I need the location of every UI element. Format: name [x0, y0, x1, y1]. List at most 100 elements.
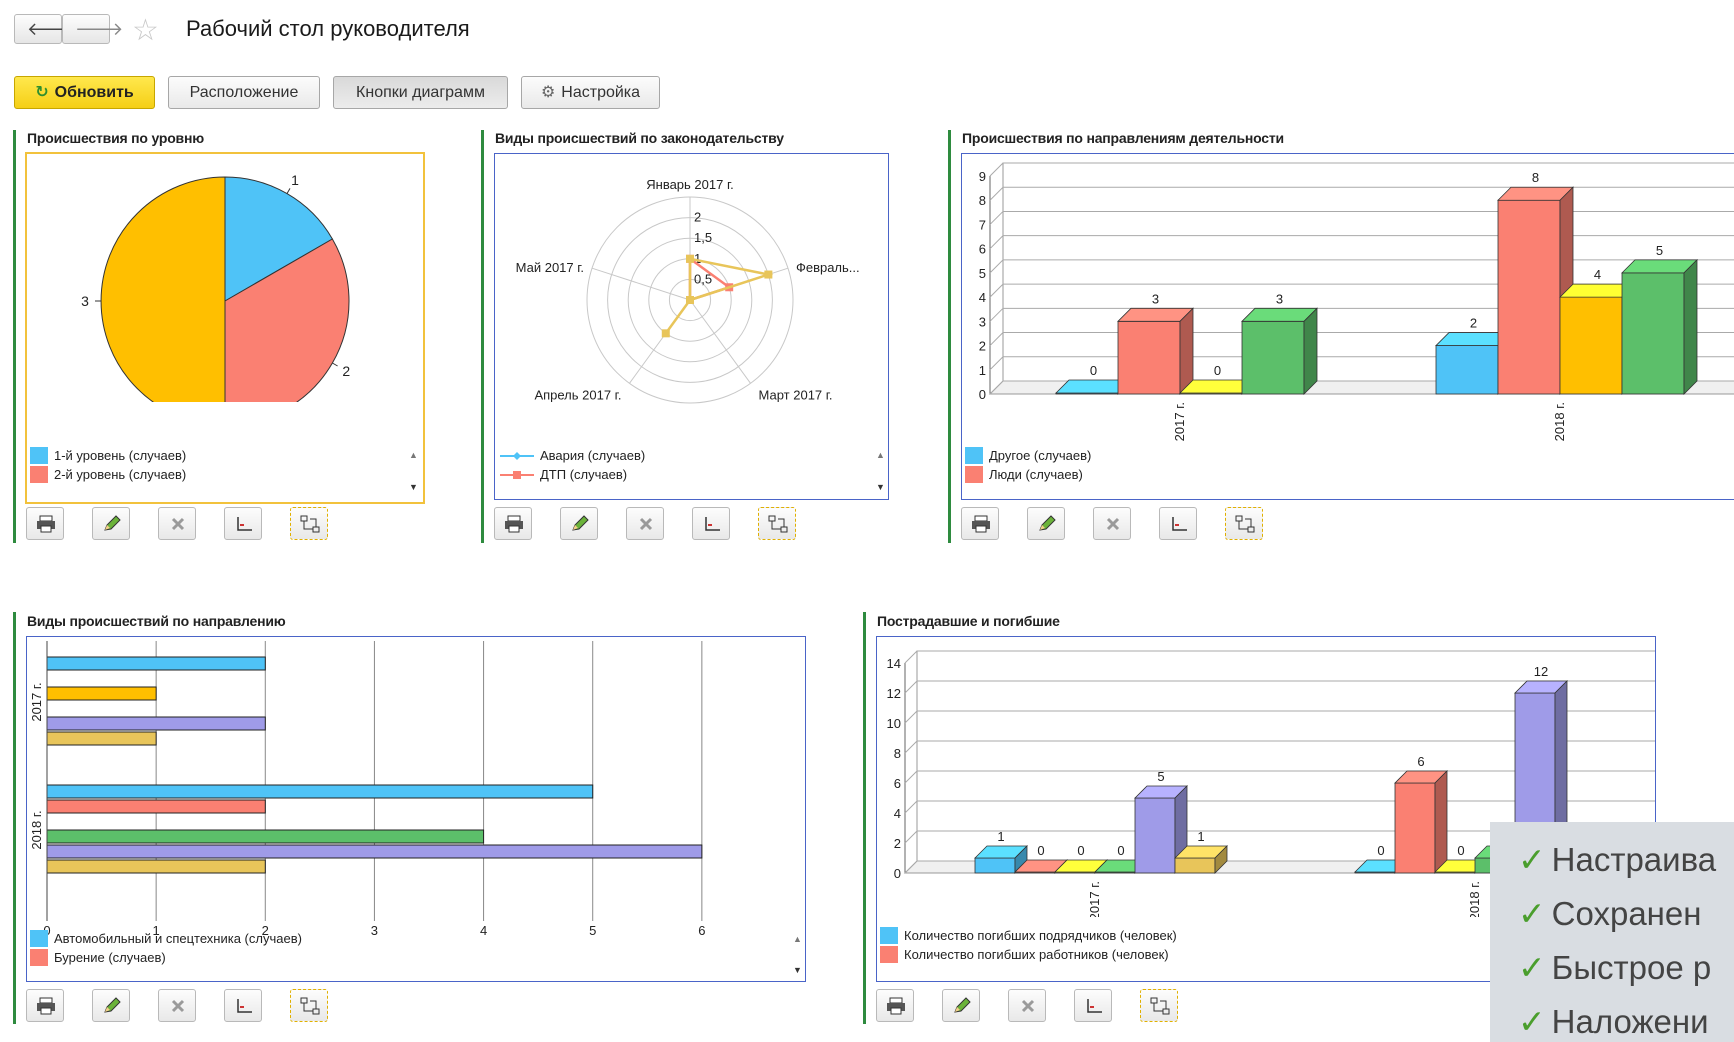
pie-chart: 1 2 3 [81, 172, 350, 426]
legend-scroll-down-icon[interactable]: ▼ [876, 482, 886, 492]
back-button[interactable]: 🡐 [14, 14, 75, 44]
settings-button[interactable]: ⚙ Настройка [521, 76, 660, 109]
delete-button[interactable] [158, 507, 196, 540]
bar [1435, 345, 1499, 395]
legend-line-swatch [500, 451, 534, 460]
x-tick-label: 4 [480, 923, 487, 937]
hbar [46, 716, 266, 731]
bar-data-label: 0 [1214, 363, 1221, 378]
gridline [989, 186, 1734, 201]
refresh-icon: ↻ [35, 84, 49, 101]
hbar [46, 859, 266, 874]
bar-chart-activities: 0 1 2 3 4 5 6 7 8 9 2017 г. 0 3 0 3 2018 г. 2 8 4 5 [979, 162, 1734, 441]
bar-data-label: 1 [997, 829, 1004, 844]
radar-category-label: Апрель 2017 г. [534, 387, 621, 402]
legend-item: Количество погибших подрядчиков (человек… [880, 926, 1177, 945]
gear-icon: ⚙ [540, 84, 556, 101]
pencil-button[interactable] [92, 507, 130, 540]
chart-buttons-toggle[interactable]: Кнопки диаграмм [333, 76, 508, 109]
axes-button[interactable] [224, 989, 262, 1022]
swap-button[interactable] [290, 989, 328, 1022]
legend-scroll-up-icon[interactable]: ▲ [876, 450, 886, 460]
legend-scroll-up-icon[interactable]: ▲ [793, 934, 803, 944]
pencil-button[interactable] [92, 989, 130, 1022]
legend-label: Люди (случаев) [989, 467, 1083, 482]
swap-button[interactable] [1140, 989, 1178, 1022]
x-tick-label: 3 [371, 923, 378, 937]
y-tick-label: 5 [979, 266, 986, 281]
refresh-button[interactable]: ↻ Обновить [14, 76, 155, 109]
bar-data-label: 0 [1377, 843, 1384, 858]
delete-button[interactable] [1093, 507, 1131, 540]
panel-divider [13, 130, 16, 543]
star-icon[interactable]: ☆ [132, 13, 159, 48]
bar-data-label: 0 [1090, 363, 1097, 378]
printer-button[interactable] [26, 989, 64, 1022]
radar-category-label: Май 2017 г. [516, 260, 584, 275]
legend-scroll-down-icon[interactable]: ▼ [793, 965, 803, 975]
x-tick-label: 2017 г. [1172, 402, 1187, 441]
bar [1174, 857, 1216, 874]
y-tick-label: 6 [979, 242, 986, 257]
panel-title-levels: Происшествия по уровню [27, 130, 204, 146]
legend-item: Количество погибших работников (человек) [880, 945, 1177, 964]
y-tick-label: 6 [894, 776, 901, 791]
delete-button[interactable] [626, 507, 664, 540]
y-tick-label: 1 [979, 363, 986, 378]
printer-button[interactable] [961, 507, 999, 540]
callout-text: Настраива [1551, 841, 1717, 878]
legend-label: 2-й уровень (случаев) [54, 467, 187, 482]
hbar [46, 731, 157, 746]
legend-swatch [880, 946, 898, 963]
legend-swatch [30, 930, 48, 947]
y-tick-label: 2017 г. [29, 682, 44, 721]
printer-button[interactable] [26, 507, 64, 540]
callout-text: Наложени [1551, 1003, 1709, 1040]
bar-side-face [1434, 770, 1448, 874]
x-tick-label: 2017 г. [1087, 881, 1102, 917]
radar-point [764, 270, 773, 279]
check-icon: ✓ [1518, 949, 1546, 986]
legend-swatch [965, 447, 983, 464]
radar-tick-label: 2 [694, 210, 701, 225]
pencil-button[interactable] [1027, 507, 1065, 540]
bar [1117, 320, 1181, 395]
swap-button[interactable] [758, 507, 796, 540]
legend-levels: 1-й уровень (случаев) 2-й уровень (случа… [30, 446, 186, 484]
hbar [46, 829, 485, 844]
legend-scroll-down-icon[interactable]: ▼ [409, 482, 419, 492]
legend-item: 2-й уровень (случаев) [30, 465, 186, 484]
axes-button[interactable] [1074, 989, 1112, 1022]
gridline [989, 162, 1734, 177]
printer-button[interactable] [876, 989, 914, 1022]
check-icon: ✓ [1518, 895, 1546, 932]
pencil-button[interactable] [560, 507, 598, 540]
axes-button[interactable] [224, 507, 262, 540]
delete-button[interactable] [158, 989, 196, 1022]
axes-button[interactable] [692, 507, 730, 540]
callout-text: Быстрое р [1551, 949, 1712, 986]
bar-side-face [1683, 258, 1698, 395]
radar-series-line [664, 257, 774, 335]
delete-button[interactable] [1008, 989, 1046, 1022]
forward-button[interactable]: 🡒 [62, 14, 123, 44]
bar [1621, 272, 1685, 395]
gridline [989, 235, 1734, 250]
bar-side-face [1303, 307, 1318, 395]
legend-label: Другое (случаев) [989, 448, 1092, 463]
swap-button[interactable] [290, 507, 328, 540]
panel-divider [863, 612, 866, 1024]
printer-button[interactable] [494, 507, 532, 540]
hbar [46, 656, 266, 671]
arrow-right-icon: 🡒 [75, 19, 124, 39]
swap-button[interactable] [1225, 507, 1263, 540]
panel-title-direction: Виды происшествий по направлению [27, 613, 286, 629]
pencil-button[interactable] [942, 989, 980, 1022]
legend-scroll-up-icon[interactable]: ▲ [409, 450, 419, 460]
axes-button[interactable] [1159, 507, 1197, 540]
radar-spoke [591, 267, 691, 301]
legend-direction: Автомобильный и спецтехника (случаев) Бу… [30, 929, 302, 967]
x-tick-label: 5 [589, 923, 596, 937]
legend-swatch [880, 927, 898, 944]
layout-button[interactable]: Расположение [168, 76, 320, 109]
